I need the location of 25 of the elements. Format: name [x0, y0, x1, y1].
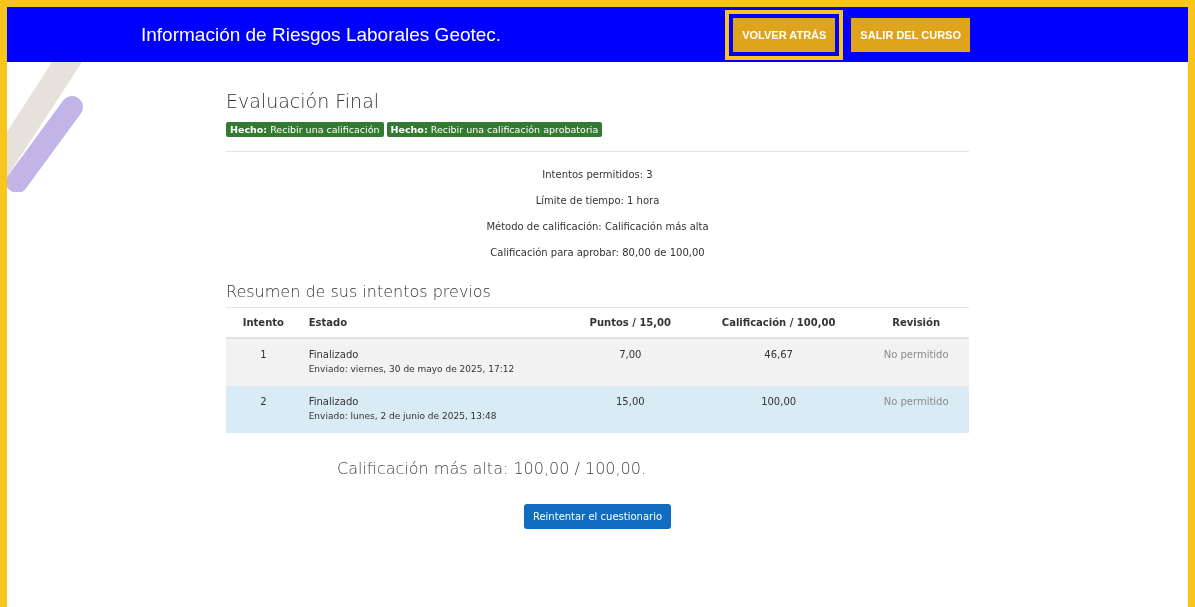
retry-button[interactable]: Reintentar el cuestionario	[523, 504, 672, 529]
table-cell: 46,67	[764, 349, 793, 360]
quiz-info-text: Intentos permitidos: 3	[541, 169, 654, 180]
table-cell: No permitido	[883, 349, 949, 360]
course-title: Información de Riesgos Laborales Geotec.	[141, 23, 503, 46]
quiz-info-text: Método de calificación: Calificación más alta	[485, 221, 710, 232]
quiz-info-text: Calificación para aprobar: 80,00 de 100,00	[489, 247, 706, 258]
table-cell: No permitido	[883, 396, 949, 407]
table-cell: 15,00	[616, 396, 645, 407]
completion-badge: Hecho: Recibir una calificación aprobatoria	[386, 122, 603, 137]
attempts-heading: Resumen de sus intentos previos	[226, 282, 492, 301]
header-button[interactable]: VOLVER ATRÁS	[733, 17, 836, 52]
table-cell: Finalizado	[308, 396, 359, 407]
highest-grade-text: Calificación más alta: 100,00 / 100,00.	[337, 459, 648, 478]
table-cell: 100,00	[761, 396, 797, 407]
table-cell: 1	[260, 349, 267, 360]
table-cell: 2	[260, 396, 267, 407]
header-button[interactable]: SALIR DEL CURSO	[851, 17, 970, 52]
quiz-title: Evaluación Final	[226, 90, 381, 112]
completion-badge: Hecho: Recibir una calificación	[226, 122, 384, 137]
submitted-date: Enviado: lunes, 2 de junio de 2025, 13:48	[308, 411, 498, 421]
quiz-info-text: Límite de tiempo: 1 hora	[534, 195, 661, 206]
table-cell: 7,00	[619, 349, 642, 360]
submitted-date: Enviado: viernes, 30 de mayo de 2025, 17:12	[308, 364, 516, 374]
table-cell: Finalizado	[308, 349, 359, 360]
